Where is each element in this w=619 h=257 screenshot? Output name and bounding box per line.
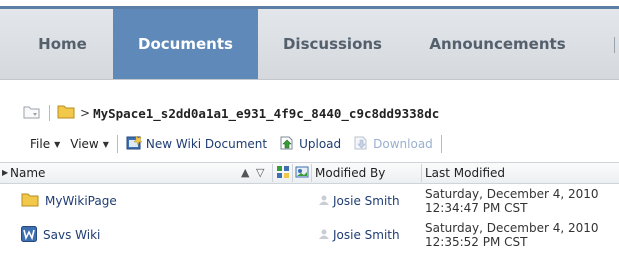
row-name-link[interactable]: MyWikiPage bbox=[45, 194, 117, 208]
download-button[interactable]: Download bbox=[353, 135, 433, 154]
tab-discussions[interactable]: Discussions bbox=[265, 9, 400, 79]
download-label: Download bbox=[373, 137, 433, 151]
tab-bar: Home Documents Discussions Announcements bbox=[0, 9, 619, 80]
folder-icon bbox=[57, 104, 75, 122]
breadcrumb-divider bbox=[49, 105, 50, 121]
column-divider bbox=[311, 164, 312, 182]
row-last-modified: Saturday, December 4, 2010 12:35:52 PM C… bbox=[425, 221, 599, 249]
row-time: 12:34:47 PM CST bbox=[425, 201, 528, 215]
view-menu-label: View bbox=[70, 137, 99, 151]
new-wiki-document-icon bbox=[126, 134, 143, 154]
row-modified-by-link[interactable]: Josie Smith bbox=[333, 228, 400, 242]
upload-icon bbox=[279, 135, 295, 154]
tab-home[interactable]: Home bbox=[15, 9, 110, 79]
row-modified-by-link[interactable]: Josie Smith bbox=[333, 194, 400, 208]
folder-icon bbox=[21, 192, 39, 210]
toolbar: File ▼ View ▼ New Wiki Document Upload D… bbox=[30, 134, 450, 154]
row-modified-by[interactable]: Josie Smith bbox=[318, 219, 400, 251]
sort-ascending-icon[interactable]: ▲ bbox=[241, 163, 249, 183]
breadcrumb-current-folder: MySpace1_s2dd0a1a1_e931_4f9c_8440_c9c8dd… bbox=[93, 105, 440, 121]
tab-announcements[interactable]: Announcements bbox=[410, 9, 585, 79]
row-selector-icon[interactable]: ▶ bbox=[2, 163, 8, 183]
browse-folders-icon[interactable] bbox=[23, 104, 41, 123]
file-menu[interactable]: File ▼ bbox=[30, 137, 60, 151]
row-name[interactable]: Savs Wiki bbox=[21, 219, 100, 251]
tab-separator bbox=[614, 37, 615, 53]
upload-button[interactable]: Upload bbox=[279, 135, 341, 154]
toolbar-divider bbox=[116, 135, 118, 153]
user-icon bbox=[318, 228, 330, 243]
column-divider bbox=[292, 164, 293, 182]
column-image-icon[interactable] bbox=[295, 165, 309, 185]
column-header-last-modified[interactable]: Last Modified bbox=[425, 163, 505, 183]
column-divider bbox=[272, 164, 273, 182]
column-divider bbox=[421, 164, 422, 182]
toolbar-divider bbox=[440, 135, 442, 153]
sort-descending-icon[interactable]: ▽ bbox=[256, 163, 264, 183]
view-menu[interactable]: View ▼ bbox=[70, 137, 109, 151]
breadcrumb-separator: > bbox=[80, 106, 91, 120]
row-time: 12:35:52 PM CST bbox=[425, 235, 528, 249]
file-menu-label: File bbox=[30, 137, 51, 151]
upload-label: Upload bbox=[299, 137, 342, 151]
table-row[interactable]: MyWikiPage Josie Smith Saturday, Decembe… bbox=[0, 185, 619, 217]
column-type-icon[interactable] bbox=[276, 165, 290, 185]
chevron-down-icon: ▼ bbox=[102, 139, 109, 149]
download-icon bbox=[353, 135, 369, 154]
wiki-document-icon bbox=[21, 225, 37, 245]
column-header-modified-by[interactable]: Modified By bbox=[315, 163, 385, 183]
breadcrumb: > MySpace1_s2dd0a1a1_e931_4f9c_8440_c9c8… bbox=[23, 103, 439, 123]
row-date: Saturday, December 4, 2010 bbox=[425, 221, 599, 235]
row-date: Saturday, December 4, 2010 bbox=[425, 187, 599, 201]
row-name-link[interactable]: Savs Wiki bbox=[43, 228, 100, 242]
tab-documents[interactable]: Documents bbox=[113, 9, 258, 79]
new-wiki-document-label: New Wiki Document bbox=[145, 137, 268, 151]
new-wiki-document-button[interactable]: New Wiki Document bbox=[126, 134, 268, 154]
column-header-name[interactable]: Name bbox=[10, 163, 45, 183]
table-row[interactable]: Savs Wiki Josie Smith Saturday, December… bbox=[0, 219, 619, 251]
row-modified-by[interactable]: Josie Smith bbox=[318, 185, 400, 217]
row-last-modified: Saturday, December 4, 2010 12:34:47 PM C… bbox=[425, 187, 599, 215]
table-header: ▶ Name ▲ ▽ Modified By Last Modified bbox=[0, 162, 619, 184]
user-icon bbox=[318, 194, 330, 209]
row-name[interactable]: MyWikiPage bbox=[21, 185, 117, 217]
chevron-down-icon: ▼ bbox=[54, 139, 61, 149]
